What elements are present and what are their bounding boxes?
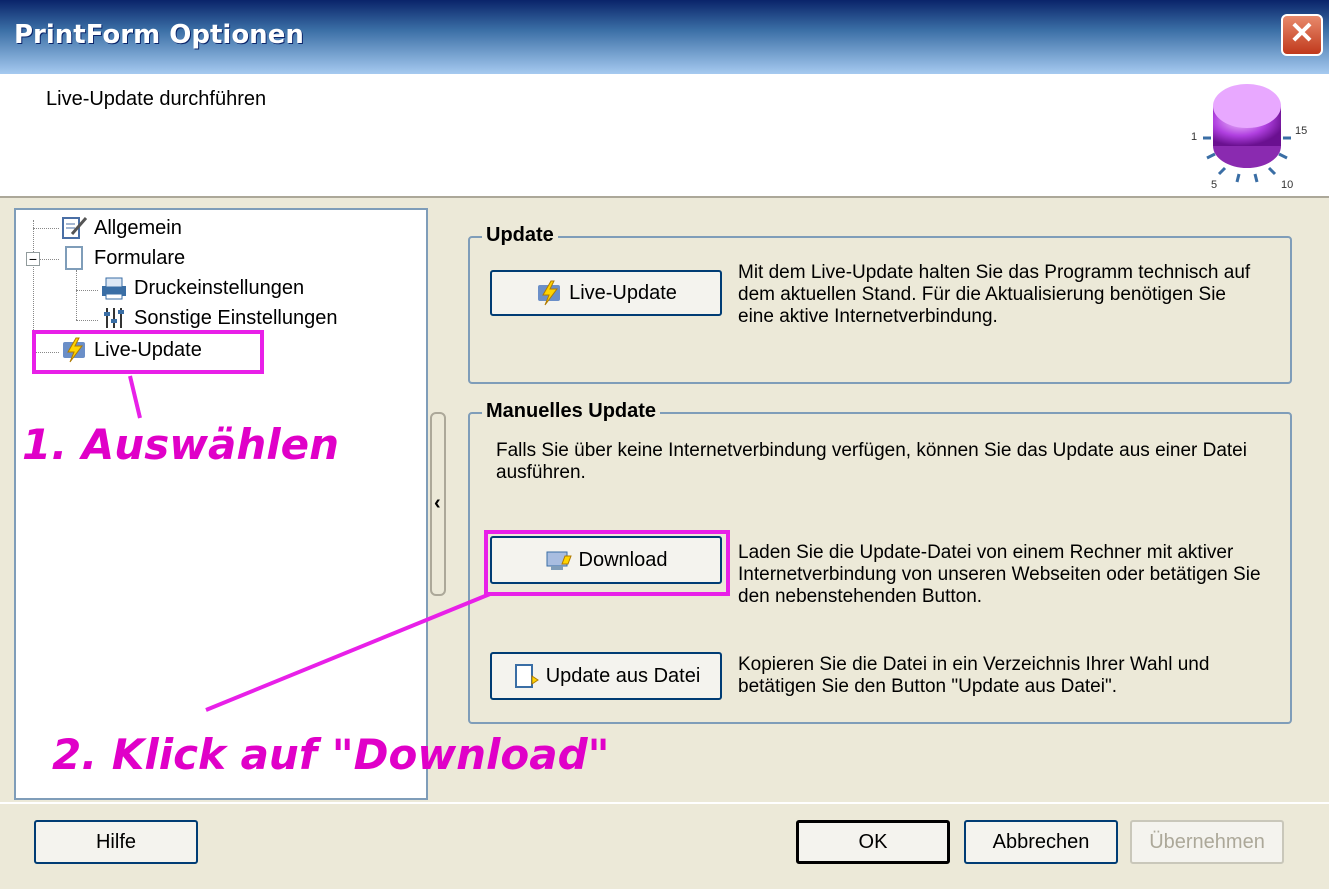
chevron-left-icon: ‹: [434, 492, 441, 514]
tree-line: [40, 259, 59, 260]
ok-label: OK: [858, 830, 888, 853]
help-label: Hilfe: [95, 830, 136, 853]
tree-item-druckeinstellungen[interactable]: Druckeinstellungen: [100, 274, 304, 302]
printer-icon: [102, 277, 126, 300]
tree-item-label: Formulare: [94, 246, 186, 269]
lightning-icon: [538, 280, 561, 306]
update-from-file-label: Update aus Datei: [545, 664, 701, 687]
live-update-button-label: Live-Update: [569, 281, 677, 304]
ok-button[interactable]: OK: [796, 820, 950, 864]
update-group-legend: Update: [482, 224, 558, 247]
highlight-live-update: [32, 330, 264, 374]
apply-label: Übernehmen: [1149, 830, 1265, 853]
highlight-download: [484, 530, 730, 596]
annotation-step2: 2. Klick auf "Download": [52, 730, 610, 779]
manual-group-legend: Manuelles Update: [482, 400, 661, 423]
title-bar: PrintForm Optionen ✕: [0, 0, 1329, 74]
live-update-description: Mit dem Live-Update halten Sie das Progr…: [738, 262, 1251, 327]
tree-item-label: Druckeinstellungen: [134, 276, 305, 299]
update-from-file-description: Kopieren Sie die Datei in ein Verzeichni…: [738, 654, 1210, 697]
sliders-icon: [104, 308, 124, 328]
manual-update-intro: Falls Sie über keine Internetverbindung …: [496, 440, 1247, 483]
tree-line: [33, 228, 59, 229]
knob-label: 15: [1295, 125, 1307, 137]
download-description: Laden Sie die Update-Datei von einem Rec…: [738, 542, 1261, 607]
knob-label: 1: [1191, 131, 1197, 143]
header-panel: Live-Update durchführen 1 5 10 15: [0, 74, 1329, 198]
options-tree: − Allgemein Formulare Druckeinstellungen: [14, 208, 428, 800]
tree-item-allgemein[interactable]: Allgemein: [60, 214, 182, 242]
tree-line: [76, 290, 98, 291]
tree-item-formulare[interactable]: Formulare: [60, 244, 185, 272]
tree-line: [76, 270, 77, 320]
knob-label: 10: [1281, 179, 1293, 191]
tree-item-label: Allgemein: [94, 216, 182, 239]
cancel-button[interactable]: Abbrechen: [964, 820, 1118, 864]
tree-line: [76, 320, 98, 321]
live-update-button[interactable]: Live-Update: [490, 270, 722, 316]
close-icon: ✕: [1289, 17, 1315, 50]
window-title: PrintForm Optionen: [14, 20, 304, 50]
panel-splitter[interactable]: ‹: [430, 412, 446, 596]
file-import-icon: [514, 664, 539, 688]
cancel-label: Abbrechen: [992, 830, 1090, 853]
page-subtitle: Live-Update durchführen: [46, 88, 267, 110]
close-button[interactable]: ✕: [1281, 14, 1323, 56]
knob-label: 5: [1211, 179, 1217, 191]
apply-button[interactable]: Übernehmen: [1130, 820, 1284, 864]
help-button[interactable]: Hilfe: [34, 820, 198, 864]
annotation-step1: 1. Auswählen: [22, 420, 340, 469]
update-from-file-button[interactable]: Update aus Datei: [490, 652, 722, 700]
tree-expander[interactable]: −: [26, 252, 40, 266]
blank-document-icon: [65, 246, 83, 270]
knob-icon: 1 5 10 15: [1191, 84, 1307, 191]
tree-item-sonstige[interactable]: Sonstige Einstellungen: [100, 304, 337, 332]
tree-item-label: Sonstige Einstellungen: [134, 306, 338, 329]
document-pen-icon: [62, 217, 88, 239]
